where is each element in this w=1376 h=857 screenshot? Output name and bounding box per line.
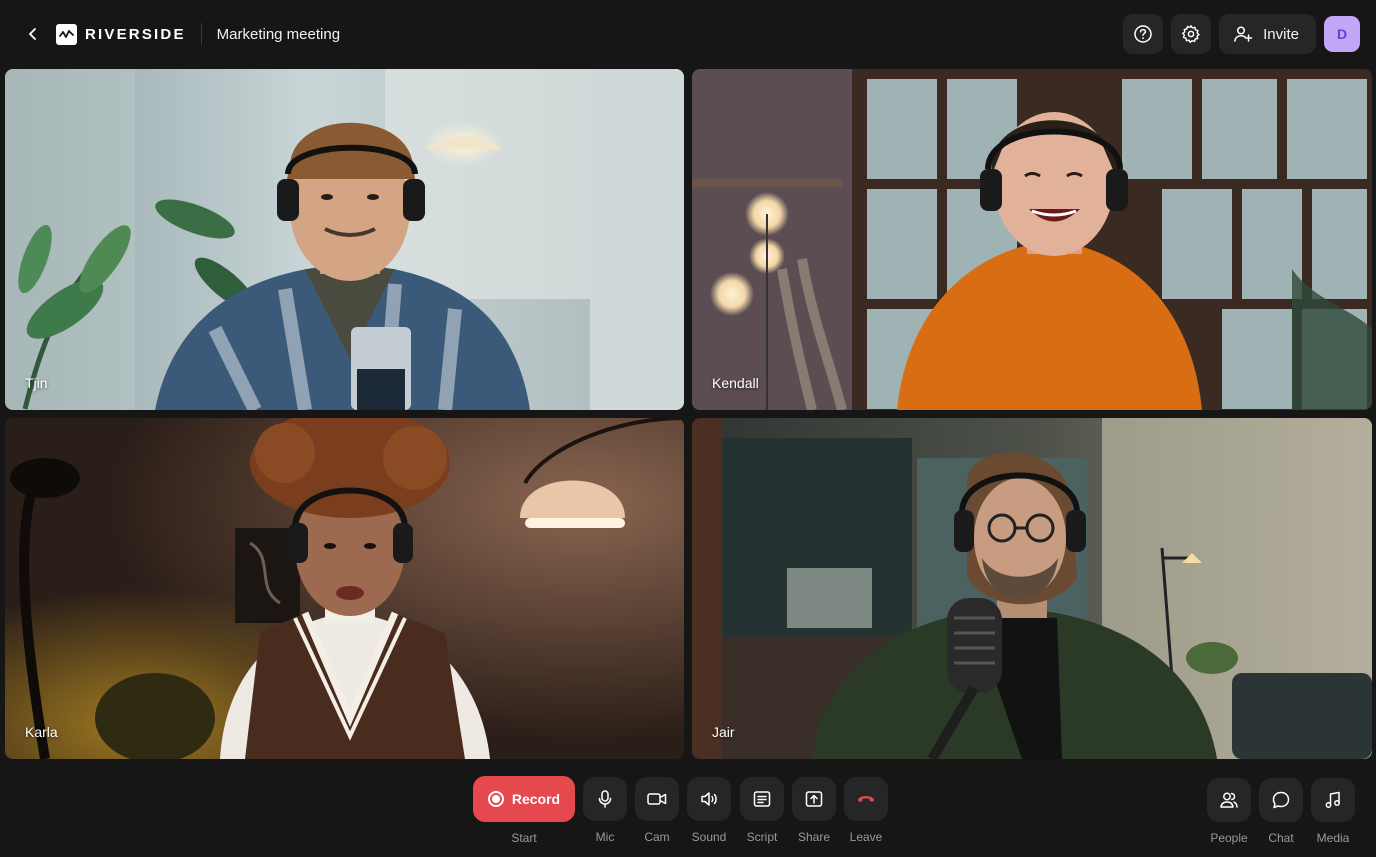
media-label: Media (1316, 831, 1350, 845)
header-divider (200, 23, 202, 45)
microphone-icon (598, 790, 612, 808)
chat-button[interactable] (1259, 778, 1303, 822)
back-button[interactable] (20, 21, 46, 47)
help-icon (1134, 25, 1152, 43)
chevron-left-icon (29, 28, 36, 40)
share-label: Share (797, 830, 831, 844)
video-tile-kendall[interactable]: Kendall (692, 69, 1372, 410)
mic-control: Mic (583, 777, 627, 844)
record-icon (487, 791, 504, 807)
riverside-logo[interactable]: RIVERSIDE (56, 23, 186, 45)
gear-icon (1182, 25, 1200, 43)
invite-label: Invite (1263, 25, 1299, 43)
speaker-icon (701, 792, 717, 806)
participant-name: Jair (712, 724, 735, 740)
record-label: Record (511, 791, 561, 807)
leave-label: Leave (849, 830, 883, 844)
header-actions: Invite D (1123, 14, 1360, 54)
record-sub-label: Start (511, 831, 537, 845)
brand-name: RIVERSIDE (85, 25, 186, 43)
participant-video (692, 69, 1372, 410)
people-icon (1220, 792, 1238, 808)
people-label: People (1210, 831, 1248, 845)
sound-button[interactable] (687, 777, 731, 821)
mic-label: Mic (595, 830, 615, 844)
record-button[interactable]: Record (473, 776, 575, 822)
settings-button[interactable] (1171, 14, 1212, 54)
video-tile-tjin[interactable]: Tjin (5, 69, 684, 410)
script-label: Script (746, 830, 778, 844)
participant-name: Tjin (25, 375, 48, 391)
music-note-icon (1325, 791, 1340, 808)
user-avatar[interactable]: D (1324, 16, 1360, 52)
add-user-icon (1234, 26, 1253, 42)
sound-control: Sound (687, 777, 731, 844)
media-button[interactable] (1311, 778, 1355, 822)
chat-bubble-icon (1272, 791, 1290, 809)
sound-label: Sound (691, 830, 727, 844)
video-tile-jair[interactable]: Jair (692, 418, 1372, 759)
top-bar: RIVERSIDE Marketing meeting Invite D (0, 0, 1376, 68)
participant-video (692, 418, 1372, 759)
hang-up-icon (858, 796, 874, 802)
chat-control: Chat (1259, 778, 1303, 845)
camera-icon (647, 793, 667, 805)
participant-name: Karla (25, 724, 58, 740)
script-icon (753, 791, 771, 807)
logo-mark-icon (56, 23, 77, 45)
video-tile-karla[interactable]: Karla (5, 418, 684, 759)
participant-video (5, 69, 684, 410)
leave-control: Leave (844, 777, 888, 844)
leave-button[interactable] (844, 777, 888, 821)
share-button[interactable] (792, 777, 836, 821)
share-control: Share (792, 777, 836, 844)
mic-button[interactable] (583, 777, 627, 821)
media-control: Media (1311, 778, 1355, 845)
meeting-title: Marketing meeting (216, 25, 341, 43)
people-button[interactable] (1207, 778, 1251, 822)
people-control: People (1207, 778, 1251, 845)
participant-name: Kendall (712, 375, 759, 391)
cam-label: Cam (644, 830, 670, 844)
script-control: Script (740, 777, 784, 844)
invite-button[interactable]: Invite (1219, 14, 1316, 54)
help-button[interactable] (1123, 14, 1164, 54)
cam-control: Cam (635, 777, 679, 844)
share-screen-icon (805, 791, 823, 807)
chat-label: Chat (1268, 831, 1294, 845)
participant-video (5, 418, 684, 759)
script-button[interactable] (740, 777, 784, 821)
cam-button[interactable] (635, 777, 679, 821)
